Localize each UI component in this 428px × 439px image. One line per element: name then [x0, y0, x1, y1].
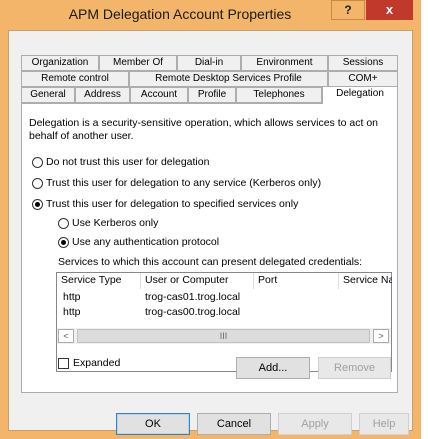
title-bar[interactable]: APM Delegation Account Properties ? x	[0, 0, 421, 28]
tab-general[interactable]: General	[21, 87, 75, 103]
cell-computer: trog-cas01.trog.local	[145, 291, 241, 303]
radio-kerberos-only[interactable]	[58, 218, 69, 229]
apply-button[interactable]: Apply	[278, 413, 352, 435]
tab-account[interactable]: Account	[130, 87, 188, 103]
scroll-thumb[interactable]: III	[77, 329, 370, 343]
radio-no-delegation-label[interactable]: Do not trust this user for delegation	[46, 156, 209, 168]
scroll-left-button[interactable]: <	[58, 329, 74, 343]
radio-specified-services-label[interactable]: Trust this user for delegation to specif…	[46, 198, 298, 210]
tab-member-of[interactable]: Member Of	[99, 55, 177, 71]
radio-kerberos-only-label[interactable]: Use Kerberos only	[72, 217, 158, 229]
horizontal-scrollbar[interactable]: < III >	[57, 328, 391, 344]
expanded-label[interactable]: Expanded	[73, 357, 120, 369]
table-row[interactable]: http trog-cas00.trog.local	[57, 305, 391, 319]
radio-any-service-label[interactable]: Trust this user for delegation to any se…	[46, 177, 321, 189]
ok-button[interactable]: OK	[116, 413, 190, 435]
column-header-service-type[interactable]: Service Type	[57, 273, 141, 289]
tab-rds-profile[interactable]: Remote Desktop Services Profile	[129, 71, 328, 87]
table-row[interactable]: http trog-cas01.trog.local	[57, 290, 391, 304]
tab-dial-in[interactable]: Dial-in	[177, 55, 241, 71]
column-header-user-or-computer[interactable]: User or Computer	[141, 273, 254, 289]
cell-computer: trog-cas00.trog.local	[145, 306, 241, 318]
help-title-button[interactable]: ?	[331, 0, 365, 20]
cell-service-type: http	[63, 291, 81, 303]
radio-any-service[interactable]	[32, 178, 43, 189]
delegation-description-line2: behalf of another user.	[29, 130, 134, 142]
tab-sessions[interactable]: Sessions	[328, 55, 398, 71]
services-caption: Services to which this account can prese…	[58, 256, 363, 268]
tab-telephones[interactable]: Telephones	[236, 87, 322, 103]
column-header-service-name[interactable]: Service Na	[339, 273, 392, 289]
add-button[interactable]: Add...	[236, 357, 310, 379]
scroll-right-button[interactable]: >	[373, 329, 389, 343]
tab-delegation[interactable]: Delegation	[322, 86, 398, 104]
help-button[interactable]: Help	[359, 413, 409, 435]
background-strip	[421, 0, 428, 439]
tab-com-plus[interactable]: COM+	[328, 71, 398, 87]
tab-remote-control[interactable]: Remote control	[21, 71, 129, 87]
tab-profile[interactable]: Profile	[188, 87, 236, 103]
radio-no-delegation[interactable]	[32, 157, 43, 168]
tab-organization[interactable]: Organization	[21, 55, 99, 71]
radio-specified-services[interactable]	[32, 199, 43, 210]
delegation-description-line1: Delegation is a security-sensitive opera…	[29, 117, 378, 129]
radio-any-auth-protocol-label[interactable]: Use any authentication protocol	[72, 236, 219, 248]
close-button[interactable]: x	[366, 0, 413, 20]
expanded-checkbox[interactable]	[58, 358, 69, 369]
column-header-port[interactable]: Port	[254, 273, 339, 289]
cancel-button[interactable]: Cancel	[197, 413, 271, 435]
tab-environment[interactable]: Environment	[241, 55, 328, 71]
remove-button[interactable]: Remove	[318, 357, 391, 379]
cell-service-type: http	[63, 306, 81, 318]
radio-any-auth-protocol[interactable]	[58, 237, 69, 248]
tab-address[interactable]: Address	[75, 87, 130, 103]
window-title: APM Delegation Account Properties	[68, 6, 292, 22]
